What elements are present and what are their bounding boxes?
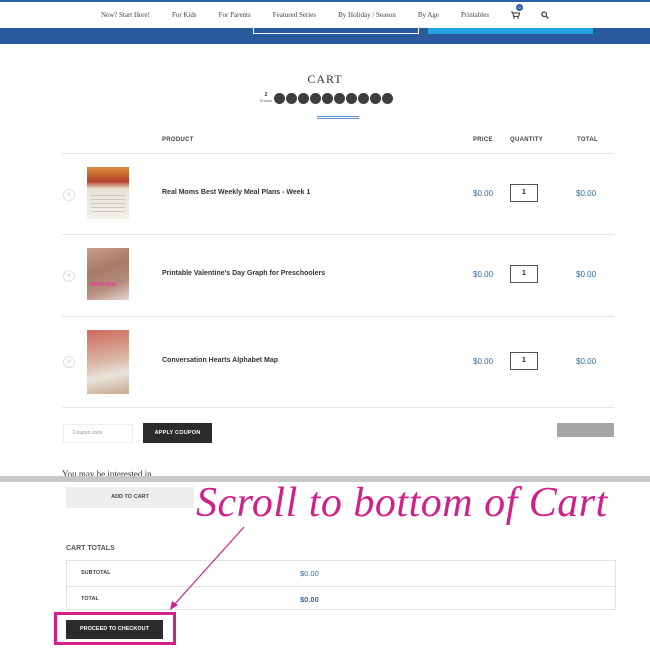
- more-icon[interactable]: [382, 92, 393, 104]
- google-plus-icon[interactable]: [310, 92, 321, 104]
- line-total: $0.00: [576, 357, 597, 366]
- header-subscribe-button[interactable]: [428, 28, 593, 34]
- product-price: $0.00: [473, 189, 494, 198]
- cart-icon-glyph: [510, 11, 520, 19]
- product-thumbnail[interactable]: [87, 330, 129, 394]
- quantity-input[interactable]: 1: [510, 352, 538, 370]
- coupon-code-input[interactable]: Coupon code: [63, 424, 133, 443]
- remove-item-button[interactable]: ×: [63, 189, 75, 201]
- header-email-field[interactable]: [253, 28, 419, 34]
- subtotal-row: SUBTOTAL $0.00: [67, 561, 615, 586]
- header-blue-bar: [0, 28, 650, 44]
- table-row: × Printable Valentine's Day Graph for Pr…: [0, 235, 650, 316]
- total-row: TOTAL $0.00: [67, 586, 615, 611]
- table-divider: [62, 407, 614, 408]
- cart-totals-table: SUBTOTAL $0.00 TOTAL $0.00: [66, 560, 616, 610]
- column-header-quantity: QUANTITY: [510, 137, 544, 143]
- line-total: $0.00: [576, 189, 597, 198]
- nav-item-by-age[interactable]: By Age: [407, 11, 450, 19]
- nav-item-for-kids[interactable]: For Kids: [161, 11, 208, 19]
- column-header-total: TOTAL: [577, 137, 598, 143]
- quantity-input[interactable]: 1: [510, 265, 538, 283]
- header-top-strip: [0, 0, 650, 2]
- email-icon[interactable]: [370, 92, 381, 104]
- stumbleupon-icon[interactable]: [334, 92, 345, 104]
- product-name-link[interactable]: Printable Valentine's Day Graph for Pres…: [162, 270, 325, 277]
- total-value: $0.00: [300, 595, 319, 604]
- annotation-text: Scroll to bottom of Cart: [196, 480, 608, 526]
- search-icon-glyph: [541, 11, 549, 19]
- nav-item-for-parents[interactable]: For Parents: [208, 11, 262, 19]
- update-cart-button[interactable]: [557, 423, 614, 437]
- nav-item-start-here[interactable]: New? Start Here!: [90, 11, 161, 19]
- twitter-bird-icon[interactable]: [322, 92, 333, 104]
- main-nav: New? Start Here! For Kids For Parents Fe…: [0, 4, 650, 26]
- table-row: × Conversation Hearts Alphabet Map $0.00…: [0, 317, 650, 407]
- product-thumbnail[interactable]: [87, 167, 129, 219]
- flipboard-icon[interactable]: [358, 92, 369, 104]
- product-name-link[interactable]: Conversation Hearts Alphabet Map: [162, 357, 278, 364]
- product-price: $0.00: [473, 270, 494, 279]
- cart-icon[interactable]: 0: [508, 4, 524, 22]
- remove-item-button[interactable]: ×: [63, 270, 75, 282]
- nav-item-featured-series[interactable]: Featured Series: [262, 11, 327, 19]
- search-icon[interactable]: [538, 8, 552, 22]
- cart-totals-title: CART TOTALS: [66, 545, 115, 552]
- total-label: TOTAL: [81, 596, 99, 602]
- cart-count-badge: 0: [516, 4, 524, 11]
- subtotal-value: $0.00: [300, 569, 319, 578]
- remove-item-button[interactable]: ×: [63, 356, 75, 368]
- page-title: CART: [307, 72, 343, 86]
- table-row: × Real Moms Best Weekly Meal Plans - Wee…: [0, 154, 650, 234]
- column-header-product: PRODUCT: [162, 137, 194, 143]
- quantity-input[interactable]: 1: [510, 184, 538, 202]
- pinterest-icon[interactable]: [274, 92, 285, 104]
- nav-item-by-holiday[interactable]: By Holiday / Season: [327, 11, 407, 19]
- subtotal-label: SUBTOTAL: [81, 570, 111, 576]
- title-divider: [317, 116, 359, 119]
- nav-item-printables[interactable]: Printables: [450, 11, 500, 19]
- column-header-price: PRICE: [473, 137, 493, 143]
- product-thumbnail[interactable]: [87, 248, 129, 300]
- site-header: New? Start Here! For Kids For Parents Fe…: [0, 0, 650, 46]
- share-bar: 2 Shares: [259, 90, 393, 106]
- product-price: $0.00: [473, 357, 494, 366]
- share-count: 2 Shares: [259, 93, 273, 104]
- apply-coupon-button[interactable]: APPLY COUPON: [143, 423, 212, 443]
- twitter-icon[interactable]: [298, 92, 309, 104]
- proceed-to-checkout-button[interactable]: PROCEED TO CHECKOUT: [66, 620, 163, 639]
- product-name-link[interactable]: Real Moms Best Weekly Meal Plans - Week …: [162, 189, 310, 196]
- add-to-cart-button[interactable]: ADD TO CART: [66, 487, 194, 508]
- line-total: $0.00: [576, 270, 597, 279]
- facebook-icon[interactable]: [286, 92, 297, 104]
- share-count-label: Shares: [259, 98, 273, 103]
- yummly-icon[interactable]: [346, 92, 357, 104]
